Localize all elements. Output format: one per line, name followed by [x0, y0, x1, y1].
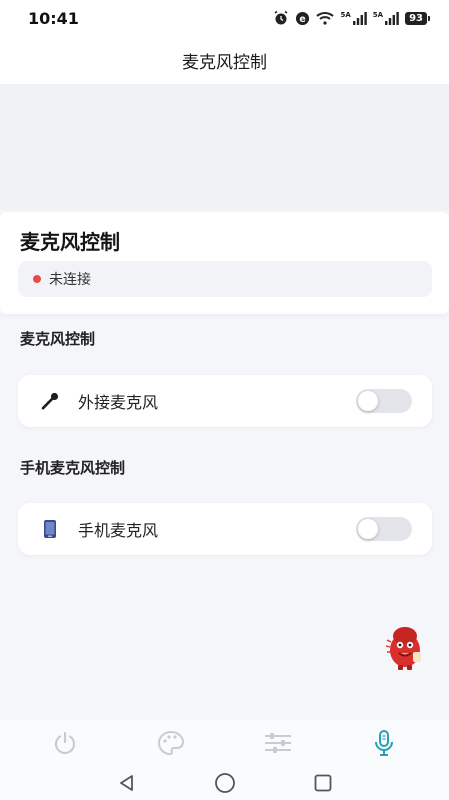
connection-status-text: 未连接	[49, 272, 91, 288]
app-notification-icon: e	[295, 11, 310, 26]
home-icon	[214, 772, 236, 798]
palette-icon	[156, 729, 186, 761]
status-icons: e 5A 5A 93	[273, 10, 430, 26]
status-time: 10:41	[28, 8, 79, 28]
connection-card: 麦克风控制 未连接	[0, 212, 449, 314]
network-type-label: 5A	[340, 11, 351, 19]
phone-microphone-row: 手机麦克风	[18, 503, 432, 555]
page-title: 麦克风控制	[182, 52, 267, 73]
status-dot	[33, 275, 41, 283]
battery-icon: 93	[405, 11, 430, 25]
sliders-icon	[263, 731, 293, 759]
external-microphone-row: 外接麦克风	[18, 375, 432, 427]
phone-microphone-toggle[interactable]	[356, 517, 412, 541]
section-label-microphone-control: 麦克风控制	[20, 330, 96, 348]
back-icon	[117, 773, 137, 797]
alarm-icon	[273, 10, 289, 26]
network-type-label: 5A	[372, 11, 384, 19]
phone-microphone-label: 手机麦克风	[78, 521, 159, 540]
recents-icon	[313, 773, 333, 797]
back-button[interactable]	[113, 773, 141, 797]
power-icon	[52, 730, 78, 760]
wifi-icon	[316, 11, 335, 25]
section-label-phone-microphone-control: 手机麦克风控制	[20, 459, 126, 477]
toggle-knob	[358, 519, 378, 539]
signal-icon	[352, 11, 367, 25]
connection-heading: 麦克风控制	[20, 230, 120, 254]
nav-palette[interactable]	[141, 725, 201, 765]
nav-power[interactable]	[35, 725, 95, 765]
signal-icon	[385, 11, 399, 25]
home-button[interactable]	[211, 773, 239, 797]
mascot-icon[interactable]	[383, 622, 427, 672]
nav-microphone[interactable]	[354, 725, 414, 765]
status-bar: 10:41 e 5A 5A 93	[0, 0, 449, 36]
svg-text:e: e	[300, 13, 306, 24]
banner-area	[0, 84, 449, 210]
microphone-icon	[372, 729, 396, 761]
nav-settings[interactable]	[248, 725, 308, 765]
recents-button[interactable]	[309, 773, 337, 797]
connection-status: 未连接	[18, 261, 432, 297]
microphone-icon	[40, 391, 60, 411]
external-microphone-toggle[interactable]	[356, 389, 412, 413]
title-bar: 麦克风控制	[0, 36, 449, 84]
bottom-nav	[0, 720, 449, 770]
system-nav	[0, 770, 449, 800]
phone-icon	[40, 519, 60, 539]
toggle-knob	[358, 391, 378, 411]
external-microphone-label: 外接麦克风	[78, 393, 159, 412]
